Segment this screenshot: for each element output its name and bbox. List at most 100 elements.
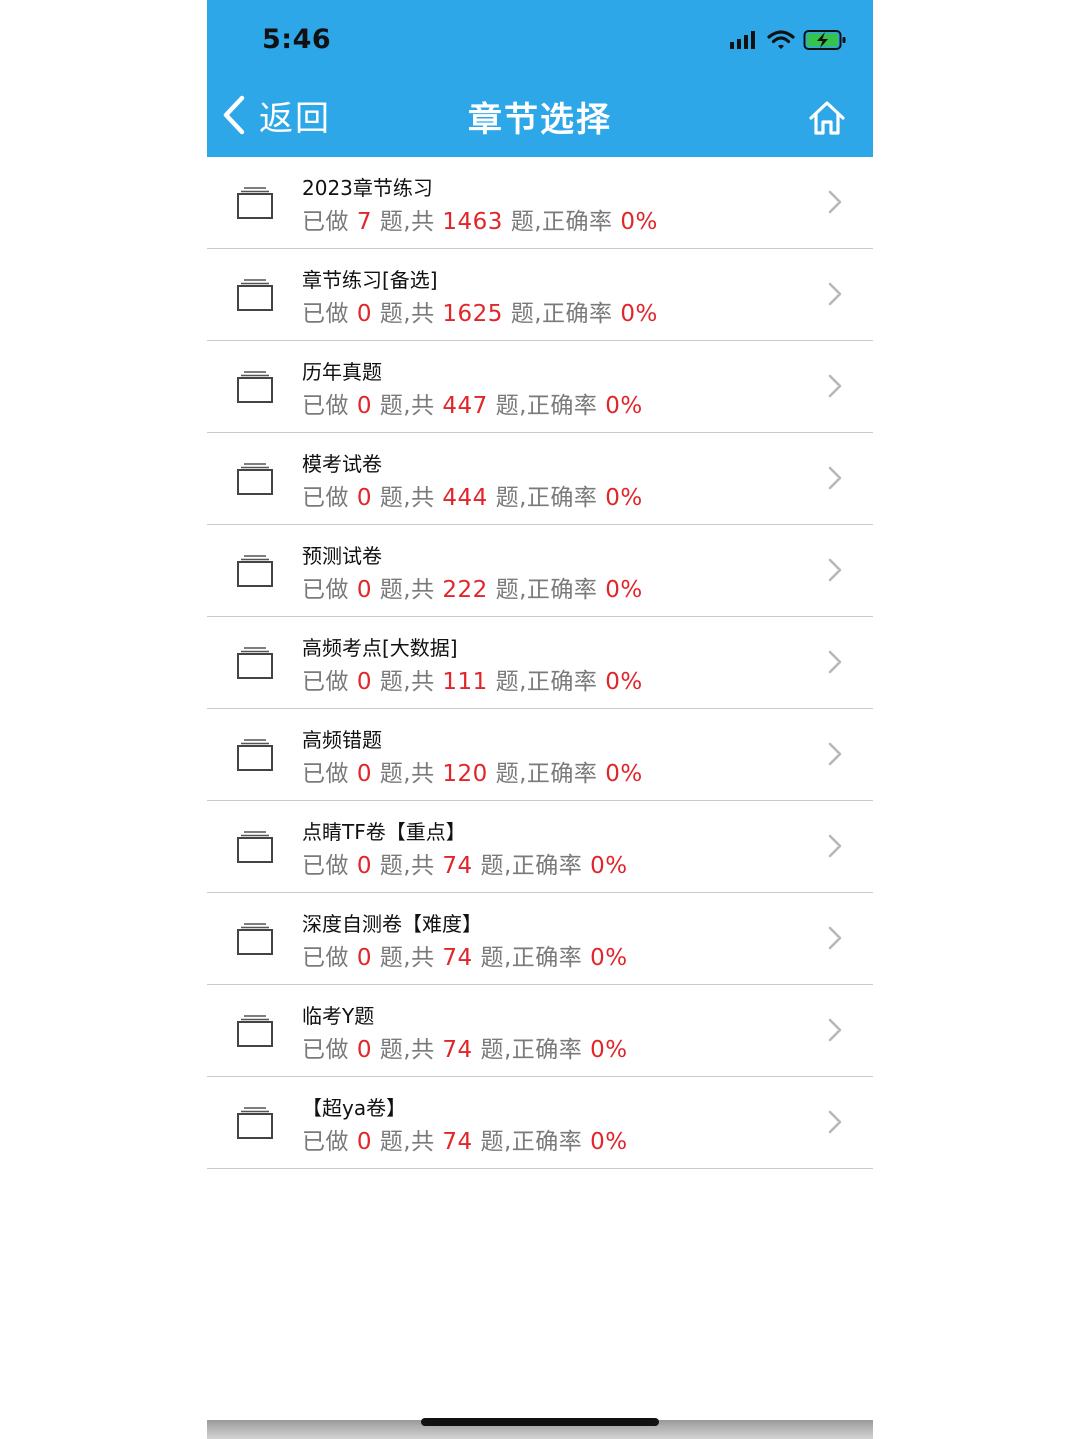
home-icon[interactable] — [807, 98, 847, 138]
folder-icon — [237, 1107, 273, 1139]
chapter-row[interactable]: 深度自测卷【难度】 已做 0 题,共 74 题,正确率 0% — [207, 893, 873, 985]
chapter-stats: 已做 0 题,共 74 题,正确率 0% — [302, 1030, 628, 1064]
total-count: 1625 — [442, 301, 503, 327]
chapter-name: 模考试卷 — [302, 452, 382, 476]
folder-icon — [237, 1015, 273, 1047]
folder-icon — [237, 647, 273, 679]
chapter-stats: 已做 0 题,共 444 题,正确率 0% — [302, 478, 643, 512]
total-count: 222 — [442, 577, 488, 603]
folder-icon — [237, 463, 273, 495]
total-count: 120 — [442, 761, 488, 787]
chapter-list: 2023章节练习 已做 7 题,共 1463 题,正确率 0% 章节练习[备选]… — [207, 157, 873, 1169]
chevron-right-icon — [828, 1110, 842, 1134]
chapter-row[interactable]: 模考试卷 已做 0 题,共 444 题,正确率 0% — [207, 433, 873, 525]
accuracy-prefix: 题,正确率 — [510, 301, 613, 327]
chapter-row[interactable]: 历年真题 已做 0 题,共 447 题,正确率 0% — [207, 341, 873, 433]
total-count: 447 — [442, 393, 488, 419]
chevron-right-icon — [828, 742, 842, 766]
done-prefix: 已做 — [302, 761, 349, 787]
chapter-row[interactable]: 临考Y题 已做 0 题,共 74 题,正确率 0% — [207, 985, 873, 1077]
total-prefix: 题,共 — [379, 1129, 435, 1155]
done-prefix: 已做 — [302, 209, 349, 235]
done-prefix: 已做 — [302, 1037, 349, 1063]
done-count: 0 — [356, 761, 372, 787]
accuracy-value: 0% — [605, 577, 643, 603]
total-prefix: 题,共 — [379, 485, 435, 511]
total-count: 444 — [442, 485, 488, 511]
chapter-row[interactable]: 章节练习[备选] 已做 0 题,共 1625 题,正确率 0% — [207, 249, 873, 341]
total-count: 74 — [442, 1037, 473, 1063]
folder-icon — [237, 739, 273, 771]
done-count: 0 — [356, 577, 372, 603]
accuracy-value: 0% — [605, 669, 643, 695]
chapter-name: 预测试卷 — [302, 544, 382, 568]
status-time: 5:46 — [262, 24, 332, 55]
chapter-row[interactable]: 【超ya卷】 已做 0 题,共 74 题,正确率 0% — [207, 1077, 873, 1169]
accuracy-prefix: 题,正确率 — [480, 1037, 583, 1063]
done-count: 0 — [356, 669, 372, 695]
done-prefix: 已做 — [302, 393, 349, 419]
total-prefix: 题,共 — [379, 209, 435, 235]
done-count: 0 — [356, 945, 372, 971]
accuracy-value: 0% — [605, 485, 643, 511]
total-count: 74 — [442, 945, 473, 971]
done-prefix: 已做 — [302, 945, 349, 971]
chapter-row[interactable]: 预测试卷 已做 0 题,共 222 题,正确率 0% — [207, 525, 873, 617]
accuracy-value: 0% — [590, 1129, 628, 1155]
header-bar: 5:46 返回 章节选择 — [207, 0, 873, 157]
total-prefix: 题,共 — [379, 1037, 435, 1063]
accuracy-prefix: 题,正确率 — [495, 485, 598, 511]
folder-icon — [237, 279, 273, 311]
chapter-name: 章节练习[备选] — [302, 268, 438, 292]
phone-screen: 5:46 返回 章节选择 2023章节练习 已做 7 题,共 1463 题,正确… — [207, 0, 873, 1439]
total-prefix: 题,共 — [379, 393, 435, 419]
total-count: 1463 — [442, 209, 503, 235]
done-prefix: 已做 — [302, 301, 349, 327]
total-count: 111 — [442, 669, 488, 695]
done-count: 7 — [356, 209, 372, 235]
chevron-right-icon — [828, 282, 842, 306]
chapter-stats: 已做 0 题,共 74 题,正确率 0% — [302, 846, 628, 880]
total-prefix: 题,共 — [379, 853, 435, 879]
accuracy-prefix: 题,正确率 — [495, 393, 598, 419]
chapter-name: 高频考点[大数据] — [302, 636, 458, 660]
chapter-stats: 已做 0 题,共 74 题,正确率 0% — [302, 938, 628, 972]
chapter-name: 高频错题 — [302, 728, 382, 752]
chapter-row[interactable]: 点睛TF卷【重点】 已做 0 题,共 74 题,正确率 0% — [207, 801, 873, 893]
done-count: 0 — [356, 301, 372, 327]
chevron-right-icon — [828, 650, 842, 674]
accuracy-prefix: 题,正确率 — [480, 945, 583, 971]
chapter-row[interactable]: 2023章节练习 已做 7 题,共 1463 题,正确率 0% — [207, 157, 873, 249]
chapter-row[interactable]: 高频错题 已做 0 题,共 120 题,正确率 0% — [207, 709, 873, 801]
done-count: 0 — [356, 853, 372, 879]
folder-icon — [237, 831, 273, 863]
chapter-row[interactable]: 高频考点[大数据] 已做 0 题,共 111 题,正确率 0% — [207, 617, 873, 709]
total-prefix: 题,共 — [379, 669, 435, 695]
chapter-stats: 已做 0 题,共 447 题,正确率 0% — [302, 386, 643, 420]
home-indicator[interactable] — [421, 1418, 659, 1426]
accuracy-prefix: 题,正确率 — [480, 853, 583, 879]
chevron-right-icon — [828, 1018, 842, 1042]
accuracy-value: 0% — [590, 945, 628, 971]
accuracy-prefix: 题,正确率 — [495, 669, 598, 695]
battery-charging-icon — [803, 30, 846, 50]
accuracy-prefix: 题,正确率 — [480, 1129, 583, 1155]
signal-icon — [730, 31, 755, 49]
accuracy-prefix: 题,正确率 — [510, 209, 613, 235]
chevron-right-icon — [828, 834, 842, 858]
accuracy-prefix: 题,正确率 — [495, 761, 598, 787]
total-prefix: 题,共 — [379, 761, 435, 787]
accuracy-value: 0% — [620, 301, 658, 327]
accuracy-prefix: 题,正确率 — [495, 577, 598, 603]
accuracy-value: 0% — [605, 761, 643, 787]
chapter-stats: 已做 0 题,共 111 题,正确率 0% — [302, 662, 643, 696]
chapter-stats: 已做 0 题,共 120 题,正确率 0% — [302, 754, 643, 788]
chevron-right-icon — [828, 558, 842, 582]
total-count: 74 — [442, 853, 473, 879]
chapter-stats: 已做 0 题,共 1625 题,正确率 0% — [302, 294, 658, 328]
chapter-stats: 已做 0 题,共 74 题,正确率 0% — [302, 1122, 628, 1156]
chevron-right-icon — [828, 374, 842, 398]
wifi-icon — [767, 30, 795, 49]
chapter-name: 【超ya卷】 — [302, 1096, 407, 1120]
page-title: 章节选择 — [468, 100, 612, 140]
